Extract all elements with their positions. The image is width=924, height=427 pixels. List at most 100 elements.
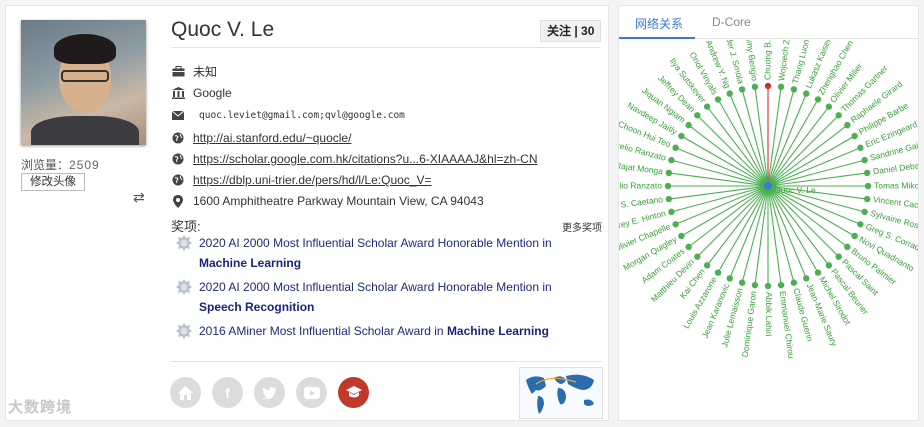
coauthor-node[interactable] [665, 169, 673, 177]
edit-avatar-button[interactable]: 修改头像 [21, 173, 85, 191]
coauthor-node[interactable] [668, 208, 675, 216]
coauthor-node[interactable] [861, 208, 868, 216]
coauthor-node[interactable] [777, 281, 785, 289]
dblp-row: https://dblp.uni-trier.de/pers/hd/l/Le:Q… [171, 172, 431, 188]
coauthor-node[interactable] [678, 232, 685, 240]
coauthor-node[interactable] [685, 121, 692, 129]
coauthor-network-graph[interactable]: Chuong B. Do Wojciech ZarembaThang LuongL… [619, 40, 919, 421]
coauthor-label[interactable]: Dominique Garon [740, 290, 759, 358]
coauthor-node[interactable] [694, 253, 701, 260]
coauthor-node[interactable] [857, 221, 864, 228]
network-edge [671, 185, 769, 213]
coauthor-node[interactable] [835, 112, 842, 119]
coauthor-node[interactable] [861, 156, 868, 164]
active-tab-indicator [619, 37, 695, 39]
twitter-icon[interactable] [254, 377, 285, 408]
tab-network[interactable]: 网络关系 [635, 15, 683, 32]
coauthor-node[interactable] [764, 82, 772, 90]
globe-icon [171, 152, 185, 166]
award-text: 2016 AMiner Most Influential Scholar Awa… [199, 324, 444, 338]
world-map-thumbnail[interactable] [519, 367, 603, 419]
coauthor-label[interactable]: Chuong B. Do [762, 40, 772, 80]
coauthor-node[interactable] [857, 144, 864, 151]
coauthor-label[interactable]: Rajat Monga [619, 160, 664, 176]
coauthor-node[interactable] [803, 275, 810, 282]
network-edge [696, 185, 769, 258]
coauthor-node[interactable] [726, 275, 733, 282]
coauthor-node[interactable] [668, 156, 675, 164]
coauthor-node[interactable] [751, 281, 759, 289]
scholar-row: https://scholar.google.com.hk/citations?… [171, 151, 538, 167]
coauthor-label[interactable]: Emmanuel Chirou [778, 290, 797, 359]
coauthor-node[interactable] [825, 103, 833, 110]
coauthor-node[interactable] [814, 96, 822, 103]
coauthor-node[interactable] [738, 279, 746, 286]
swap-icon[interactable]: ⇄ [133, 189, 145, 206]
award-field[interactable]: Speech Recognition [199, 300, 314, 314]
coauthor-node[interactable] [863, 169, 871, 177]
network-edge [767, 99, 819, 187]
dblp-link[interactable]: https://dblp.uni-trier.de/pers/hd/l/Le:Q… [193, 173, 431, 187]
network-panel: 网络关系 D-Core Chuong B. Do Wojciech Zaremba… [618, 5, 919, 421]
award-text: 2020 AI 2000 Most Influential Scholar Aw… [199, 236, 552, 250]
award-field[interactable]: Machine Learning [199, 256, 301, 270]
coauthor-node[interactable] [790, 279, 798, 286]
location-pin-icon [171, 194, 185, 208]
coauthor-node[interactable] [694, 112, 701, 119]
network-edge [717, 185, 769, 273]
scholar-link[interactable]: https://scholar.google.com.hk/citations?… [193, 152, 538, 166]
coauthor-node[interactable] [726, 90, 733, 97]
network-edge [717, 99, 769, 187]
coauthor-node[interactable] [738, 86, 746, 93]
follow-button[interactable]: 关注 | 30 [540, 20, 602, 42]
network-edge [671, 159, 769, 187]
coauthor-node[interactable] [665, 195, 673, 203]
coauthor-node[interactable] [777, 83, 785, 91]
coauthor-node[interactable] [835, 253, 842, 260]
network-edge [767, 185, 840, 258]
coauthor-label[interactable]: Daniel Debas [872, 160, 919, 177]
coauthor-node[interactable] [864, 182, 872, 190]
center-node[interactable] [764, 182, 772, 190]
coauthor-label[interactable]: Aurelio Ranzato [619, 180, 662, 190]
scholar-cap-icon[interactable] [338, 377, 369, 408]
coauthor-node[interactable] [685, 243, 692, 251]
coauthor-node[interactable] [790, 86, 798, 93]
coauthor-label[interactable]: Tomas Mikolov [874, 180, 919, 190]
divider [171, 361, 601, 362]
youtube-icon[interactable] [296, 377, 327, 408]
network-edge [681, 135, 769, 187]
coauthor-node[interactable] [703, 103, 711, 110]
coauthor-node[interactable] [814, 269, 822, 276]
homepage-link[interactable]: http://ai.stanford.edu/~quocle/ [193, 131, 351, 145]
coauthor-label[interactable]: Samy Bengio [743, 40, 760, 82]
coauthor-label[interactable]: Abbik Lahiri [764, 292, 774, 337]
coauthor-node[interactable] [672, 144, 679, 151]
coauthor-node[interactable] [672, 221, 679, 228]
coauthor-node[interactable] [863, 195, 871, 203]
home-icon[interactable] [170, 377, 201, 408]
coauthor-node[interactable] [714, 269, 722, 276]
tab-dcore[interactable]: D-Core [712, 15, 751, 29]
coauthor-node[interactable] [851, 232, 858, 240]
network-edge [767, 89, 795, 187]
more-awards-link[interactable]: 更多奖项 [562, 219, 602, 234]
coauthor-node[interactable] [714, 96, 722, 103]
coauthor-node[interactable] [751, 83, 759, 91]
coauthor-node[interactable] [851, 132, 858, 140]
scholar-name: Quoc V. Le [171, 18, 275, 41]
coauthor-node[interactable] [703, 262, 711, 269]
coauthor-node[interactable] [803, 90, 810, 97]
coauthor-node[interactable] [844, 121, 851, 129]
profile-card: 浏览量：2509 修改头像 ⇄ Quoc V. Le 关注 | 30 未知 Go… [5, 5, 609, 421]
coauthor-node[interactable] [764, 282, 772, 290]
affiliation-row: Google [171, 85, 232, 101]
coauthor-node[interactable] [678, 132, 685, 140]
coauthor-node[interactable] [664, 182, 672, 190]
coauthor-node[interactable] [825, 262, 833, 269]
network-edge [767, 185, 795, 283]
award-field[interactable]: Machine Learning [447, 324, 549, 338]
facebook-icon[interactable]: f [212, 377, 243, 408]
institution-icon [171, 86, 185, 100]
coauthor-node[interactable] [844, 243, 851, 251]
